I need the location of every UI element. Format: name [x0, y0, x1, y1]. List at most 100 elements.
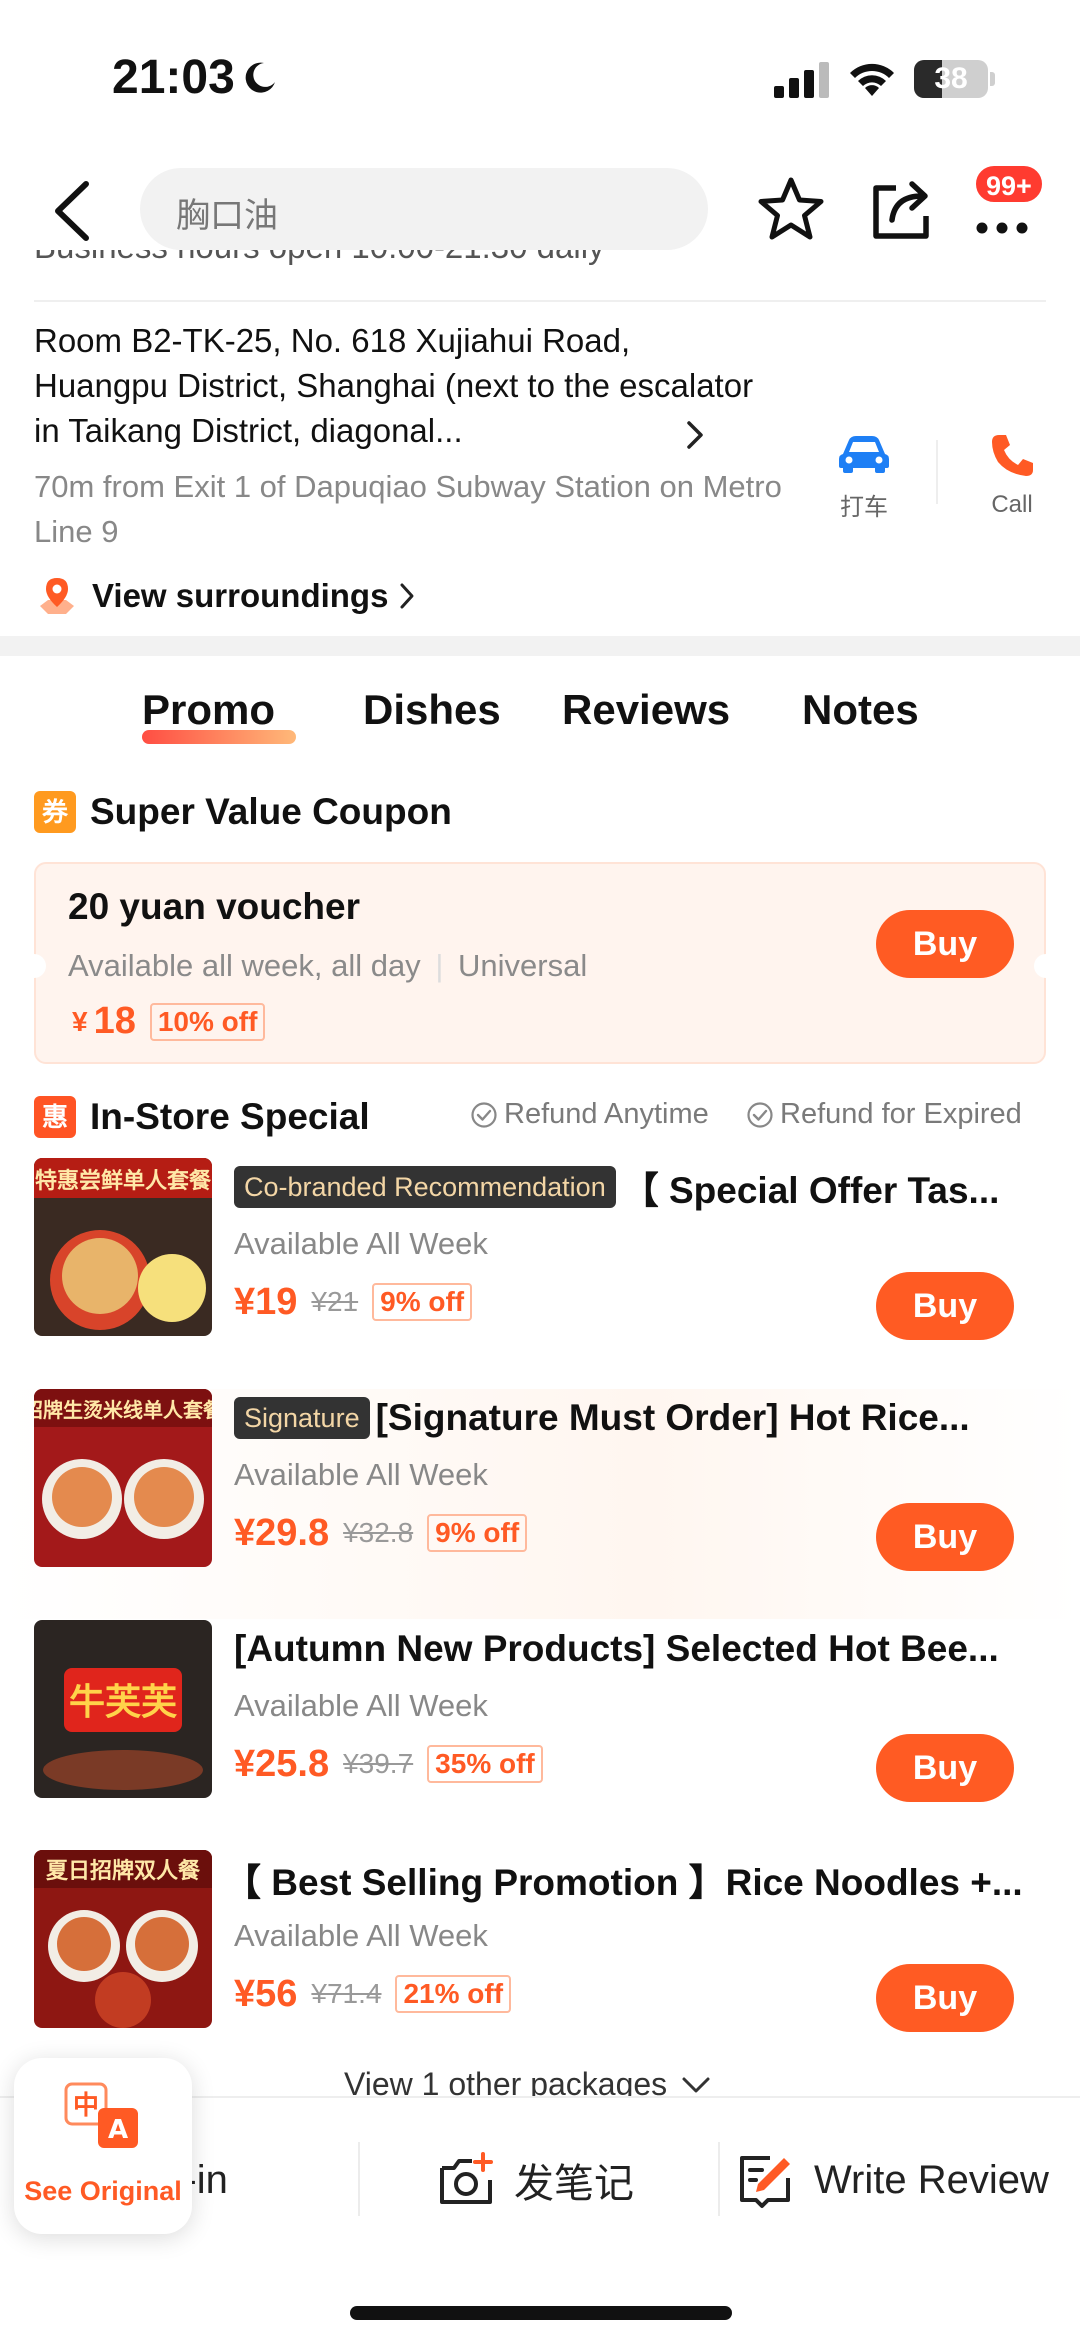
deal-item[interactable]: 特惠尝鲜单人套餐 Co-branded Recommendation 【 Spe…: [0, 1158, 1080, 1388]
see-original-button[interactable]: 中 A See Original: [14, 2058, 192, 2234]
deal-title: [Signature Must Order] Hot Rice...: [375, 1397, 970, 1438]
chevron-down-icon: [682, 2077, 710, 2092]
chevron-right-icon[interactable]: [684, 420, 706, 450]
post-note-button[interactable]: 发笔记: [436, 2144, 634, 2216]
deal-price: ¥29.8: [234, 1511, 330, 1554]
write-review-button[interactable]: Write Review: [736, 2144, 1049, 2216]
svg-text:中: 中: [73, 2091, 99, 2121]
card-notch: [34, 954, 46, 978]
voucher-price: ¥ 18 10% off: [72, 1000, 266, 1043]
deal-price-row: ¥56 ¥71.4 21% off: [234, 1970, 512, 2018]
post-note-label: 发笔记: [514, 2162, 634, 2206]
back-button[interactable]: [48, 180, 98, 242]
deal-availability: Available All Week: [234, 1918, 488, 1953]
divider: [718, 2142, 720, 2216]
deal-title-row: [Autumn New Products] Selected Hot Bee..…: [234, 1624, 1054, 1674]
coupon-section-title: Super Value Coupon: [90, 791, 452, 832]
deal-thumbnail: 招牌生烫米线单人套餐: [34, 1389, 212, 1567]
discount-badge: 9% off: [427, 1514, 528, 1552]
deal-title: 【 Best Selling Promotion 】Rice Noodles +…: [224, 1862, 1023, 1903]
voucher-card[interactable]: 20 yuan voucher Available all week, all …: [34, 862, 1046, 1064]
instore-tag-icon: 惠: [34, 1096, 76, 1138]
section-tabs: Promo Dishes Reviews Notes: [0, 686, 1080, 776]
deal-title: [Autumn New Products] Selected Hot Bee..…: [234, 1628, 999, 1669]
taxi-label: 打车: [840, 494, 888, 521]
tab-dishes[interactable]: Dishes: [363, 686, 501, 734]
status-bar: 21:03 38: [0, 0, 1080, 150]
taxi-button[interactable]: 打车: [826, 432, 902, 522]
discount-badge: 21% off: [395, 1975, 512, 2013]
tab-reviews[interactable]: Reviews: [562, 686, 730, 734]
deal-price-row: ¥19 ¥21 9% off: [234, 1278, 473, 1326]
deal-price: ¥56: [234, 1972, 298, 2015]
favorite-star-icon[interactable]: [756, 176, 826, 242]
discount-badge: 10% off: [149, 1002, 266, 1041]
deal-price: ¥19: [234, 1280, 298, 1323]
svg-text:特惠尝鲜单人套餐: 特惠尝鲜单人套餐: [35, 1168, 212, 1194]
deal-original-price: ¥21: [311, 1286, 359, 1317]
deal-buy-button[interactable]: Buy: [876, 1964, 1014, 2032]
deal-buy-button[interactable]: Buy: [876, 1272, 1014, 1340]
divider: [936, 440, 938, 504]
voucher-buy-button[interactable]: Buy: [876, 910, 1014, 978]
deal-thumbnail: 夏日招牌双人餐: [34, 1850, 212, 2028]
moon-icon: [245, 62, 275, 93]
deal-original-price: ¥32.8: [343, 1517, 414, 1548]
write-review-label: Write Review: [814, 2157, 1049, 2202]
search-text: 胸口油: [176, 197, 278, 235]
section-gap: [0, 636, 1080, 656]
svg-text:夏日招牌双人餐: 夏日招牌双人餐: [46, 1858, 201, 1884]
wifi-icon: [850, 63, 894, 96]
deal-item[interactable]: 夏日招牌双人餐 【 Best Selling Promotion 】Rice N…: [0, 1850, 1080, 2080]
deal-tag: Co-branded Recommendation: [234, 1166, 616, 1208]
deal-price-row: ¥29.8 ¥32.8 9% off: [234, 1509, 528, 1557]
svg-text:牛芙芙: 牛芙芙: [69, 1682, 177, 1723]
phone-icon: [992, 435, 1033, 476]
view-surroundings-link[interactable]: View surroundings: [38, 574, 416, 618]
instore-section-header: 惠 In-Store Special: [34, 1094, 370, 1140]
deal-price: ¥25.8: [234, 1742, 330, 1785]
share-icon[interactable]: [868, 176, 934, 242]
voucher-availability: Available all week, all day | Universal: [68, 948, 588, 983]
see-original-label: See Original: [24, 2176, 182, 2206]
refund-anytime-note: Refund Anytime: [470, 1098, 709, 1131]
call-label: Call: [991, 491, 1033, 518]
discount-badge: 9% off: [372, 1283, 473, 1321]
search-input[interactable]: 胸口油: [140, 168, 708, 250]
discount-badge: 35% off: [427, 1745, 543, 1783]
tab-promo[interactable]: Promo: [142, 686, 275, 734]
voucher-title: 20 yuan voucher: [68, 886, 361, 927]
translate-icon: 中 A: [64, 2082, 138, 2148]
home-indicator: [350, 2306, 732, 2320]
tab-notes[interactable]: Notes: [802, 686, 919, 734]
deal-thumbnail: 特惠尝鲜单人套餐: [34, 1158, 212, 1336]
store-address[interactable]: Room B2-TK-25, No. 618 Xujiahui Road, Hu…: [34, 318, 754, 453]
deal-original-price: ¥39.7: [343, 1748, 414, 1779]
refund-expired-note: Refund for Expired: [746, 1098, 1022, 1131]
voucher-price-value: 18: [93, 1000, 136, 1042]
chevron-right-icon: [400, 583, 414, 609]
deal-availability: Available All Week: [234, 1688, 488, 1723]
deal-title: 【 Special Offer Tas...: [621, 1170, 1000, 1211]
deal-item[interactable]: 牛芙芙 [Autumn New Products] Selected Hot B…: [0, 1620, 1080, 1850]
deal-item[interactable]: 招牌生烫米线单人套餐 Signature [Signature Must Ord…: [0, 1389, 1080, 1619]
check-circle-icon: [747, 1101, 773, 1128]
deal-original-price: ¥71.4: [311, 1978, 382, 2009]
coupon-tag-icon: 券: [34, 791, 76, 833]
deal-buy-button[interactable]: Buy: [876, 1503, 1014, 1571]
edit-review-icon: [740, 2156, 790, 2208]
deal-price-row: ¥25.8 ¥39.7 35% off: [234, 1740, 543, 1788]
divider: [358, 2142, 360, 2216]
svg-text:A: A: [108, 2115, 128, 2145]
location-pin-icon: [40, 578, 74, 614]
deal-title-row: Signature [Signature Must Order] Hot Ric…: [234, 1393, 1054, 1443]
deal-thumbnail: 牛芙芙: [34, 1620, 212, 1798]
battery-indicator: 38: [914, 60, 988, 98]
divider: [34, 300, 1046, 302]
call-button[interactable]: Call: [976, 432, 1048, 519]
currency-symbol: ¥: [72, 1005, 88, 1037]
surroundings-label: View surroundings: [92, 577, 389, 614]
deal-title-row: Co-branded Recommendation 【 Special Offe…: [234, 1162, 1054, 1212]
coupon-section-header: 券 Super Value Coupon: [34, 789, 452, 835]
deal-buy-button[interactable]: Buy: [876, 1734, 1014, 1802]
